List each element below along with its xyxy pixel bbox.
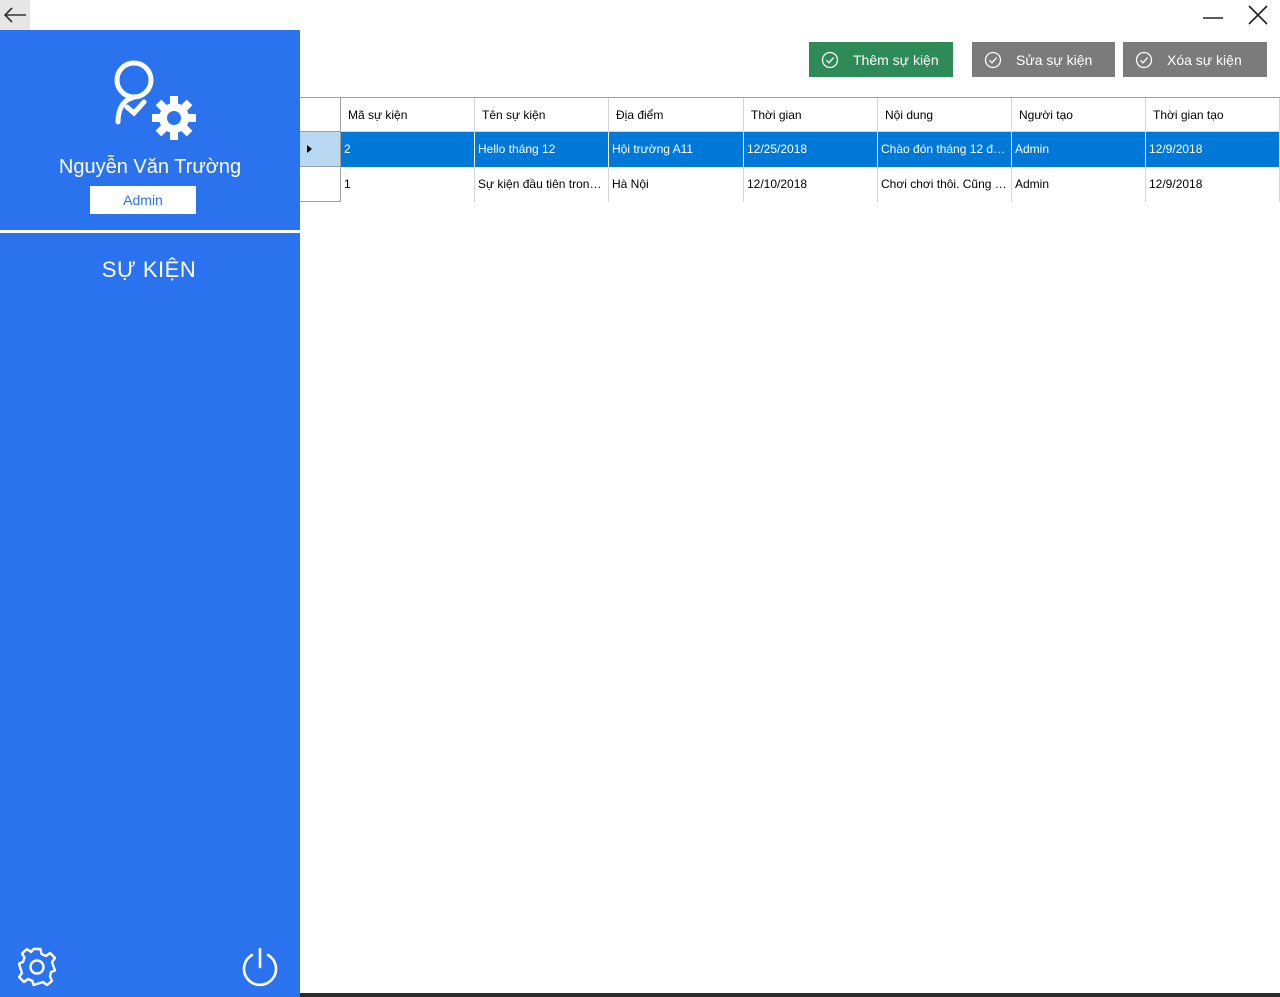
table-cell[interactable]: 2 [341,132,475,167]
minimize-button[interactable] [1191,0,1235,30]
column-header-nguoi-tao[interactable]: Người tạo [1012,98,1146,132]
row-header[interactable] [300,167,341,202]
check-circle-icon [821,51,839,69]
check-circle-icon [1135,51,1153,69]
table-row[interactable]: 1 Sự kiện đầu tiên trong th... Hà Nội 12… [300,167,1280,202]
delete-event-label: Xóa sự kiện [1167,51,1242,68]
edit-event-button[interactable]: Sửa sự kiện [972,42,1115,77]
avatar [108,56,204,142]
user-settings-icon [114,60,196,140]
close-icon [1248,5,1268,25]
column-header-ma-su-kien[interactable]: Mã sự kiện [341,98,475,132]
table-cell[interactable]: 12/9/2018 [1146,167,1280,202]
current-row-arrow-icon [307,145,312,153]
bottom-edge [300,993,1280,997]
row-header[interactable] [300,132,341,167]
gear-icon [17,947,57,987]
table-cell[interactable]: 12/25/2018 [744,132,878,167]
events-table[interactable]: Mã sự kiện Tên sự kiện Địa điểm Thời gia… [300,97,1280,202]
check-circle-icon [984,51,1002,69]
table-cell[interactable]: Hội trường A11 [609,132,744,167]
column-header-dia-diem[interactable]: Địa điểm [609,98,744,132]
table-cell[interactable]: 1 [341,167,475,202]
delete-event-button[interactable]: Xóa sự kiện [1123,42,1267,77]
table-cell[interactable]: Hà Nội [609,167,744,202]
close-button[interactable] [1236,0,1280,30]
table-cell[interactable]: 12/10/2018 [744,167,878,202]
table-cell[interactable]: Admin [1012,167,1146,202]
table-cell[interactable]: Chào đón tháng 12 đến ... [878,132,1012,167]
sidebar: Nguyễn Văn Trường Admin SỰ KIỆN [0,30,300,997]
sidebar-divider [0,230,300,233]
add-event-button[interactable]: Thêm sự kiện [809,42,953,77]
table-cell[interactable]: 12/9/2018 [1146,132,1280,167]
table-cell[interactable]: Chơi chơi thôi. Cũng chẳ... [878,167,1012,202]
column-header-noi-dung[interactable]: Nội dung [878,98,1012,132]
edit-event-label: Sửa sự kiện [1016,51,1093,68]
table-header: Mã sự kiện Tên sự kiện Địa điểm Thời gia… [300,98,1280,132]
power-button[interactable] [239,946,281,988]
settings-button[interactable] [16,946,58,988]
table-cell[interactable]: Hello tháng 12 [475,132,609,167]
column-header-ten-su-kien[interactable]: Tên sự kiện [475,98,609,132]
user-name: Nguyễn Văn Trường [58,156,242,178]
back-button[interactable] [0,0,30,30]
table-cell[interactable]: Admin [1012,132,1146,167]
power-icon [242,947,278,987]
add-event-label: Thêm sự kiện [853,51,939,68]
column-header-thoi-gian[interactable]: Thời gian [744,98,878,132]
column-header-thoi-gian-tao[interactable]: Thời gian tạo [1146,98,1280,132]
table-row[interactable]: 2 Hello tháng 12 Hội trường A11 12/25/20… [300,132,1280,167]
row-header-corner[interactable] [300,98,341,132]
table-cell[interactable]: Sự kiện đầu tiên trong th... [475,167,609,202]
role-badge: Admin [90,186,196,214]
arrow-left-icon [3,7,26,23]
minimize-icon [1203,17,1223,19]
title-bar [0,0,1280,30]
sidebar-item-su-kien[interactable]: SỰ KIỆN [0,254,298,286]
